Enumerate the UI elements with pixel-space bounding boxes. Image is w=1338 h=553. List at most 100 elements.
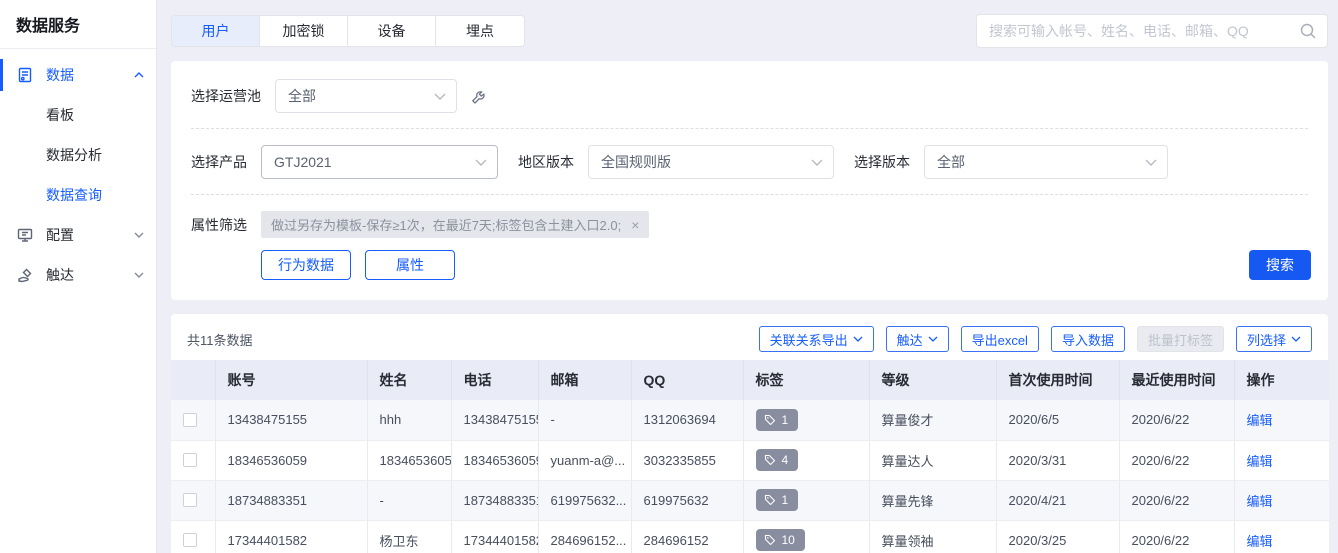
data-icon <box>16 65 36 85</box>
tag-count-badge[interactable]: 1 <box>756 409 799 431</box>
cell-first-use: 2020/6/5 <box>996 400 1119 440</box>
table-row: 18346536059 18346536059 18346536059 yuan… <box>171 440 1329 480</box>
product-select[interactable]: GTJ2021 <box>261 145 498 179</box>
header-checkbox-cell <box>171 360 215 400</box>
chevron-down-icon <box>134 272 144 278</box>
version-label: 选择版本 <box>854 152 910 172</box>
tab-label: 加密锁 <box>283 21 325 41</box>
search-icon[interactable] <box>1298 21 1318 44</box>
row-checkbox[interactable] <box>183 453 197 467</box>
close-icon[interactable]: × <box>631 217 639 233</box>
cell-actions: 编辑 <box>1234 520 1329 553</box>
cell-level: 算量俊才 <box>869 400 996 440</box>
sidebar-item-reach[interactable]: 触达 <box>0 255 156 295</box>
cell-first-use: 2020/3/25 <box>996 520 1119 553</box>
cell-account: 18734883351 <box>215 480 367 520</box>
topbar: 用户 加密锁 设备 埋点 <box>171 14 1328 48</box>
product-select-value: GTJ2021 <box>274 154 332 170</box>
button-label: 批量打标签 <box>1148 330 1213 349</box>
sidebar-item-label: 数据分析 <box>46 145 102 165</box>
checkbox-cell <box>171 480 215 520</box>
tag-count-badge[interactable]: 10 <box>756 529 805 551</box>
cell-qq: 1312063694 <box>631 400 743 440</box>
tag-icon <box>764 534 776 546</box>
button-label: 触达 <box>897 330 923 349</box>
tab-device[interactable]: 设备 <box>348 16 436 46</box>
pool-select-value: 全部 <box>288 86 316 106</box>
table-row: 18734883351 - 18734883351 619975632... 6… <box>171 480 1329 520</box>
row-checkbox[interactable] <box>183 493 197 507</box>
sidebar-item-data[interactable]: 数据 <box>0 55 156 95</box>
sidebar-item-label: 配置 <box>46 225 74 245</box>
data-service-app: { "sidebar": { "title": "数据服务", "items":… <box>0 0 1338 553</box>
tag-count-badge[interactable]: 1 <box>756 489 799 511</box>
cell-email: 619975632... <box>538 480 631 520</box>
region-select[interactable]: 全国规则版 <box>588 145 834 179</box>
version-select[interactable]: 全部 <box>924 145 1168 179</box>
button-label: 关联关系导出 <box>770 330 848 349</box>
cell-phone: 13438475155 <box>451 400 538 440</box>
export-excel-button[interactable]: 导出excel <box>961 326 1039 352</box>
sidebar-item-data-query[interactable]: 数据查询 <box>0 175 156 215</box>
cell-phone: 18734883351 <box>451 480 538 520</box>
header-phone: 电话 <box>451 360 538 400</box>
header-email: 邮箱 <box>538 360 631 400</box>
header-tags: 标签 <box>743 360 869 400</box>
chevron-down-icon <box>434 93 446 100</box>
row-checkbox[interactable] <box>183 413 197 427</box>
chevron-up-icon <box>134 72 144 78</box>
chevron-down-icon <box>811 159 823 166</box>
sidebar-menu: 数据 看板 数据分析 数据查询 配置 <box>0 49 156 295</box>
cell-email: - <box>538 400 631 440</box>
reach-button[interactable]: 触达 <box>886 326 949 352</box>
tab-user[interactable]: 用户 <box>172 16 260 46</box>
table-row: 17344401582 杨卫东 17344401582 284696152...… <box>171 520 1329 553</box>
tag-count-badge[interactable]: 4 <box>756 449 799 471</box>
cell-tags: 1 <box>743 480 869 520</box>
tag-count: 1 <box>782 493 789 507</box>
cell-tags: 10 <box>743 520 869 553</box>
sidebar: 数据服务 数据 看板 数据分析 数据查询 <box>0 0 157 553</box>
pool-select[interactable]: 全部 <box>275 79 457 113</box>
cell-tags: 4 <box>743 440 869 480</box>
sidebar-item-config[interactable]: 配置 <box>0 215 156 255</box>
tab-dongle[interactable]: 加密锁 <box>260 16 348 46</box>
search-button[interactable]: 搜索 <box>1249 250 1311 280</box>
attr-filter-label: 属性筛选 <box>191 215 247 235</box>
cell-first-use: 2020/3/31 <box>996 440 1119 480</box>
sidebar-item-kanban[interactable]: 看板 <box>0 95 156 135</box>
row-checkbox[interactable] <box>183 533 197 547</box>
sidebar-item-label: 数据查询 <box>46 185 102 205</box>
sidebar-item-data-analysis[interactable]: 数据分析 <box>0 135 156 175</box>
column-select-button[interactable]: 列选择 <box>1236 326 1312 352</box>
pool-settings-wrench-icon[interactable] <box>469 87 488 106</box>
cell-qq: 284696152 <box>631 520 743 553</box>
chevron-down-icon <box>1145 159 1157 166</box>
sidebar-item-label: 触达 <box>46 265 74 285</box>
edit-link[interactable]: 编辑 <box>1247 494 1273 509</box>
cell-actions: 编辑 <box>1234 480 1329 520</box>
entity-tab-group: 用户 加密锁 设备 埋点 <box>171 15 525 47</box>
edit-link[interactable]: 编辑 <box>1247 454 1273 469</box>
import-data-button[interactable]: 导入数据 <box>1051 326 1125 352</box>
cell-phone: 17344401582 <box>451 520 538 553</box>
attribute-button[interactable]: 属性 <box>365 250 455 280</box>
edit-link[interactable]: 编辑 <box>1247 534 1273 549</box>
tab-tracking[interactable]: 埋点 <box>436 16 524 46</box>
tag-count: 1 <box>782 413 789 427</box>
region-label: 地区版本 <box>518 152 574 172</box>
cell-qq: 619975632 <box>631 480 743 520</box>
behavior-data-button[interactable]: 行为数据 <box>261 250 351 280</box>
monitor-icon <box>16 225 36 245</box>
cell-account: 18346536059 <box>215 440 367 480</box>
search-input[interactable] <box>976 14 1328 48</box>
sidebar-item-label: 看板 <box>46 105 74 125</box>
edit-link[interactable]: 编辑 <box>1247 413 1273 428</box>
relation-export-button[interactable]: 关联关系导出 <box>759 326 874 352</box>
header-level: 等级 <box>869 360 996 400</box>
chevron-down-icon <box>475 159 487 166</box>
tag-count: 10 <box>782 533 795 547</box>
cell-name: 杨卫东 <box>367 520 451 553</box>
table-row: 13438475155 hhh 13438475155 - 1312063694… <box>171 400 1329 440</box>
button-label: 导入数据 <box>1062 330 1114 349</box>
